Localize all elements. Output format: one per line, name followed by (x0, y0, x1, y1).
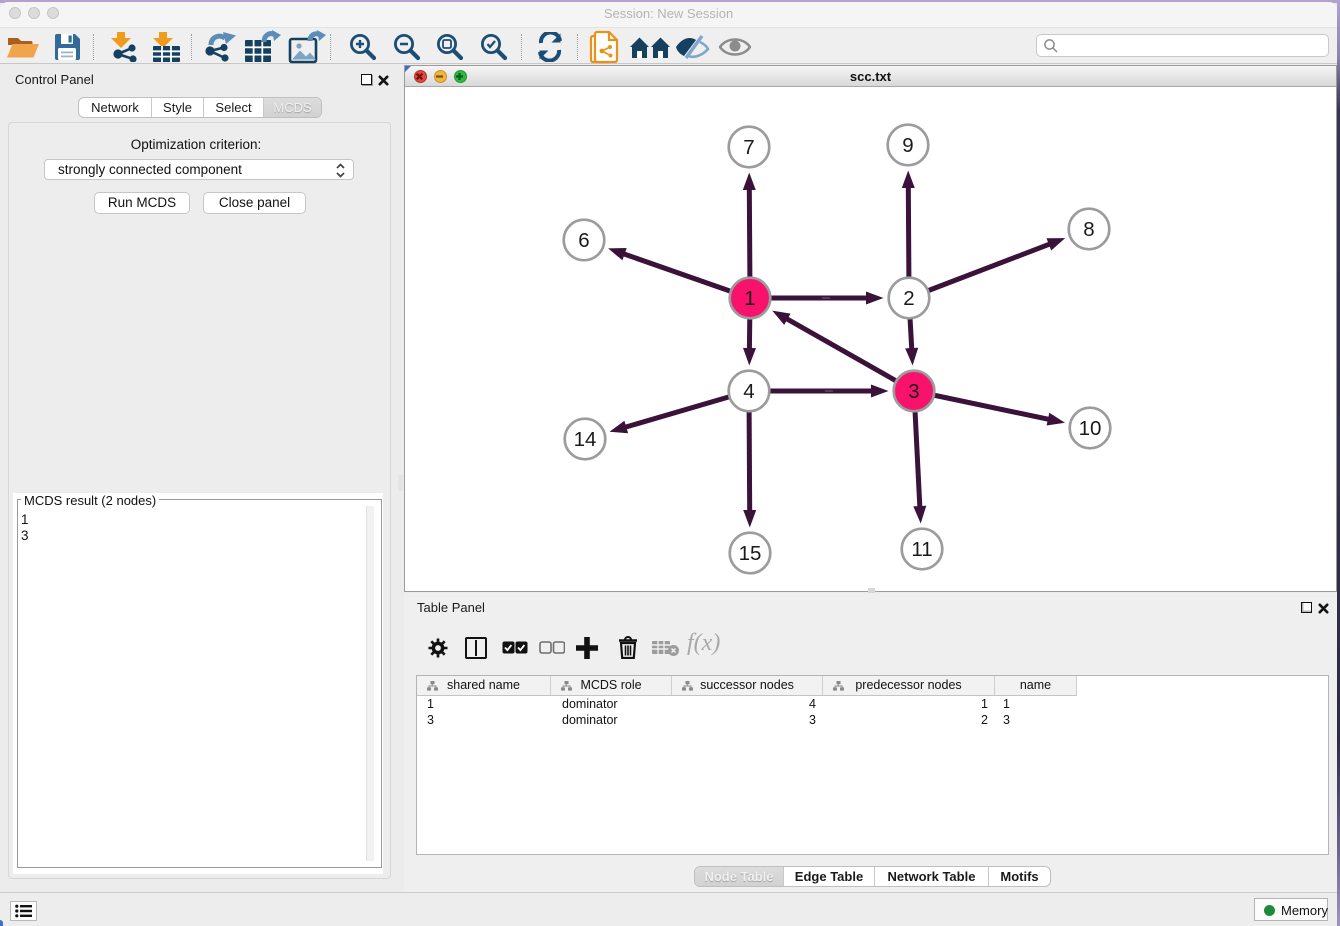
svg-text:11: 11 (911, 538, 932, 561)
svg-text:2: 2 (903, 287, 914, 310)
svg-text:10: 10 (1079, 417, 1102, 440)
svg-text:1: 1 (744, 287, 755, 310)
svg-text:7: 7 (743, 136, 754, 159)
svg-text:14: 14 (574, 428, 597, 451)
svg-text:4: 4 (743, 380, 754, 403)
svg-text:6: 6 (578, 229, 589, 252)
svg-text:3: 3 (908, 380, 919, 403)
svg-text:9: 9 (902, 134, 913, 157)
svg-text:15: 15 (739, 542, 762, 565)
svg-text:8: 8 (1083, 218, 1094, 241)
